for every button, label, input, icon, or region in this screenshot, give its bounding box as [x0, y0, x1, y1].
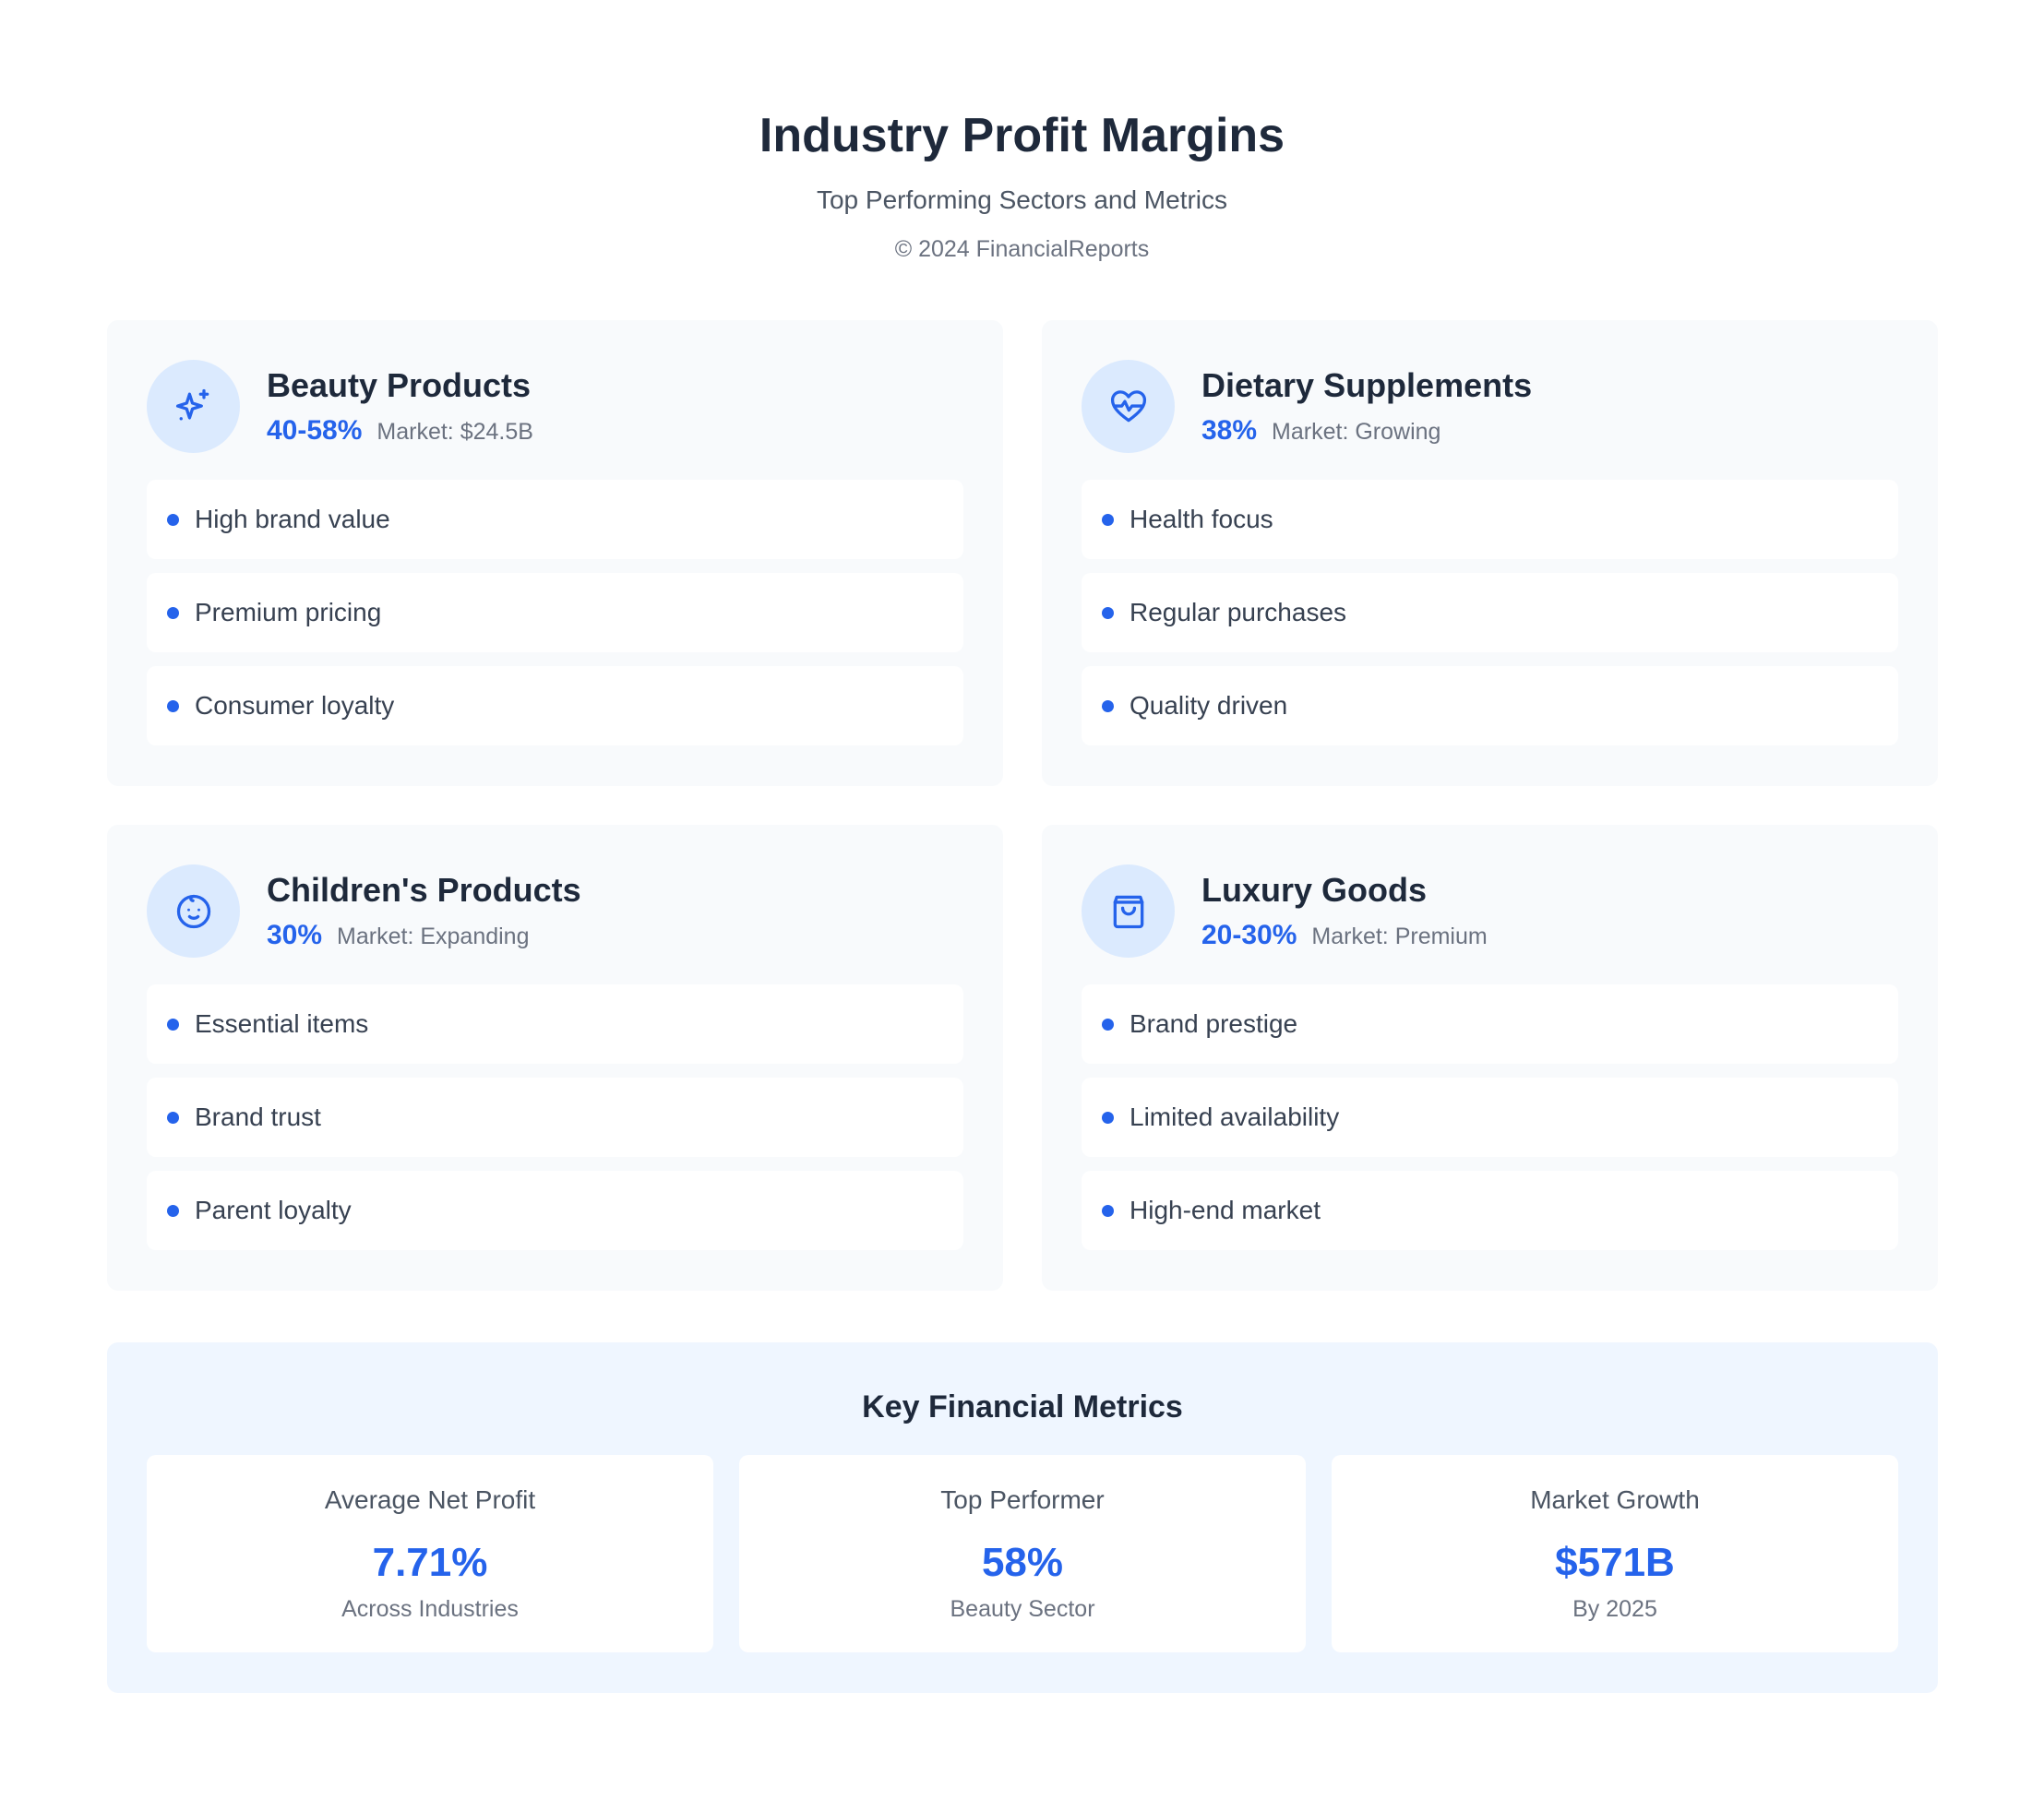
baby-face-icon	[147, 864, 240, 958]
feature-text: Premium pricing	[195, 598, 382, 626]
feature-item: High brand value	[147, 480, 963, 559]
feature-item: High-end market	[1082, 1171, 1898, 1250]
feature-item: Quality driven	[1082, 666, 1898, 745]
metric-card-average-net-profit: Average Net Profit 7.71% Across Industri…	[147, 1455, 713, 1652]
sector-name: Dietary Supplements	[1201, 366, 1533, 404]
feature-text: High-end market	[1130, 1196, 1321, 1224]
metric-label: Average Net Profit	[324, 1485, 536, 1514]
metric-note: By 2025	[1572, 1596, 1657, 1622]
bullet-dot	[1102, 606, 1114, 619]
sparkles-icon	[147, 360, 240, 453]
feature-text: Essential items	[195, 1009, 369, 1038]
page: Industry Profit Margins Top Performing S…	[0, 0, 2044, 1800]
metric-card-top-performer: Top Performer 58% Beauty Sector	[739, 1455, 1306, 1652]
feature-item: Premium pricing	[147, 573, 963, 652]
copyright-text: © 2024 FinancialReports	[894, 236, 1150, 262]
market-size: Market: Premium	[1311, 924, 1488, 949]
sector-name: Children's Products	[267, 871, 581, 909]
bullet-dot	[1102, 1111, 1114, 1124]
bullet-dot	[167, 513, 179, 526]
bullet-dot	[167, 606, 179, 619]
feature-text: Brand prestige	[1130, 1009, 1298, 1038]
market-size: Market: Growing	[1272, 419, 1441, 445]
sector-card-luxury-goods: Luxury Goods 20-30% Market: Premium Bran…	[1042, 825, 1938, 1291]
bullet-dot	[167, 1204, 179, 1217]
feature-item: Brand trust	[147, 1078, 963, 1157]
sector-meta: 40-58% Market: $24.5B	[267, 412, 533, 450]
bullet-dot	[167, 1018, 179, 1031]
sector-card-childrens-products: Children's Products 30% Market: Expandin…	[107, 825, 1003, 1291]
feature-item: Limited availability	[1082, 1078, 1898, 1157]
feature-text: Consumer loyalty	[195, 691, 395, 720]
feature-text: Regular purchases	[1130, 598, 1347, 626]
feature-text: Quality driven	[1130, 691, 1288, 720]
page-title: Industry Profit Margins	[759, 109, 1285, 162]
feature-item: Brand prestige	[1082, 984, 1898, 1064]
metric-label: Top Performer	[940, 1485, 1105, 1514]
key-metrics-panel: Key Financial Metrics Average Net Profit…	[107, 1342, 1938, 1693]
profit-margin: 20-30%	[1201, 920, 1297, 950]
profit-margin: 30%	[267, 920, 323, 950]
metrics-title: Key Financial Metrics	[862, 1389, 1183, 1425]
sector-card-dietary-supplements: Dietary Supplements 38% Market: Growing …	[1042, 320, 1938, 786]
profit-margin: 38%	[1201, 415, 1258, 446]
market-size: Market: $24.5B	[377, 419, 533, 445]
bullet-dot	[167, 1111, 179, 1124]
bullet-dot	[1102, 699, 1114, 712]
bullet-dot	[1102, 513, 1114, 526]
feature-text: Limited availability	[1130, 1103, 1340, 1131]
feature-item: Health focus	[1082, 480, 1898, 559]
market-size: Market: Expanding	[337, 924, 530, 949]
metric-label: Market Growth	[1530, 1485, 1700, 1514]
bullet-dot	[1102, 1204, 1114, 1217]
feature-item: Regular purchases	[1082, 573, 1898, 652]
profit-margin: 40-58%	[267, 415, 363, 446]
feature-text: High brand value	[195, 505, 390, 533]
sector-meta: 38% Market: Growing	[1201, 412, 1440, 450]
sector-name: Luxury Goods	[1201, 871, 1428, 909]
metric-value: 7.71%	[372, 1540, 488, 1585]
metric-note: Beauty Sector	[950, 1596, 1095, 1622]
feature-item: Parent loyalty	[147, 1171, 963, 1250]
sector-meta: 30% Market: Expanding	[267, 917, 530, 955]
metric-value: $571B	[1555, 1540, 1675, 1585]
bullet-dot	[167, 699, 179, 712]
heart-pulse-icon	[1082, 360, 1175, 453]
feature-text: Brand trust	[195, 1103, 321, 1131]
metric-note: Across Industries	[341, 1596, 519, 1622]
sector-meta: 20-30% Market: Premium	[1201, 917, 1488, 955]
metric-card-market-growth: Market Growth $571B By 2025	[1332, 1455, 1898, 1652]
feature-item: Essential items	[147, 984, 963, 1064]
feature-text: Parent loyalty	[195, 1196, 352, 1224]
feature-item: Consumer loyalty	[147, 666, 963, 745]
sector-card-beauty-products: Beauty Products 40-58% Market: $24.5B Hi…	[107, 320, 1003, 786]
page-subtitle: Top Performing Sectors and Metrics	[816, 185, 1228, 214]
bullet-dot	[1102, 1018, 1114, 1031]
shopping-bag-icon	[1082, 864, 1175, 958]
feature-text: Health focus	[1130, 505, 1273, 533]
metric-value: 58%	[981, 1540, 1064, 1585]
sector-name: Beauty Products	[267, 366, 532, 404]
